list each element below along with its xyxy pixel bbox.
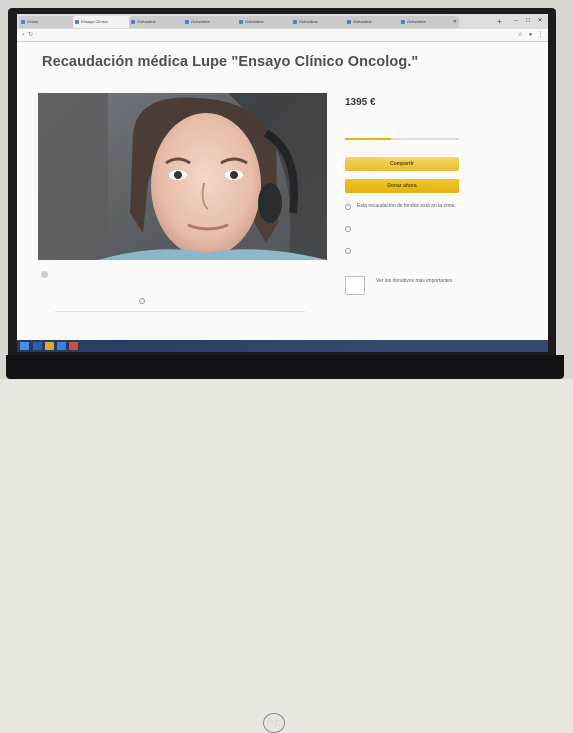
browser-tab-active[interactable]: Ensayo Clínico✕ xyxy=(73,16,135,28)
tab-favicon-icon xyxy=(131,20,135,24)
browser-tab[interactable]: Gofundme✕ xyxy=(345,16,405,28)
progress-bar xyxy=(345,138,459,140)
location-icon xyxy=(345,204,351,210)
minimize-button[interactable]: – xyxy=(511,16,521,26)
donate-button[interactable]: Donar ahora xyxy=(345,179,459,193)
hp-logo: hp xyxy=(263,713,285,733)
amount-raised: 1395 € xyxy=(345,97,376,108)
share-button[interactable]: Compartir xyxy=(345,157,459,171)
page-title: Recaudación médica Lupe "Ensayo Clínico … xyxy=(42,54,419,70)
see-all-badge[interactable] xyxy=(345,276,365,295)
taskbar xyxy=(17,340,548,352)
close-icon[interactable]: ✕ xyxy=(453,16,457,28)
maximize-button[interactable]: □ xyxy=(523,16,533,26)
browser-tab[interactable]: Gofundme✕ xyxy=(291,16,351,28)
account-icon[interactable]: ● xyxy=(527,31,534,39)
reload-icon[interactable]: ↻ xyxy=(27,31,34,39)
monitor-chin: hp xyxy=(6,355,564,733)
tab-favicon-icon xyxy=(401,20,405,24)
divider xyxy=(55,311,305,312)
tab-favicon-icon xyxy=(21,20,25,24)
browser-tab[interactable]: Gofundme✕ xyxy=(399,16,459,28)
tab-favicon-icon xyxy=(185,20,189,24)
url-field[interactable] xyxy=(35,31,475,39)
tab-favicon-icon xyxy=(347,20,351,24)
tag-icon xyxy=(139,298,145,304)
star-icon[interactable]: ☆ xyxy=(517,31,524,39)
donation-sidebar: 1395 € Compartir Donar ahora Esta recaud… xyxy=(340,93,470,303)
campaign-photo xyxy=(38,93,327,260)
close-window-button[interactable]: ✕ xyxy=(535,16,545,26)
start-icon[interactable] xyxy=(20,342,29,350)
progress-fill xyxy=(345,138,391,140)
taskbar-app-icon[interactable] xyxy=(69,342,78,350)
tab-favicon-icon xyxy=(75,20,79,24)
avatar xyxy=(41,271,48,278)
browser-tab[interactable]: Gofundme✕ xyxy=(237,16,297,28)
browser-icon[interactable] xyxy=(57,342,66,350)
folder-icon[interactable] xyxy=(45,342,54,350)
screen: Vimeo✕ Ensayo Clínico✕ Gofundme✕ Gofundm… xyxy=(17,14,548,352)
back-icon[interactable]: ‹ xyxy=(20,31,27,39)
browser-tab[interactable]: Vimeo✕ xyxy=(19,16,79,28)
browser-tab-bar: Vimeo✕ Ensayo Clínico✕ Gofundme✕ Gofundm… xyxy=(17,14,548,29)
person-icon xyxy=(345,248,351,254)
new-tab-button[interactable]: + xyxy=(495,17,504,26)
taskbar-app-icon[interactable] xyxy=(33,342,42,350)
menu-icon[interactable]: ⋮ xyxy=(537,31,544,39)
tab-favicon-icon xyxy=(239,20,243,24)
tab-favicon-icon xyxy=(293,20,297,24)
address-bar: ‹ ↻ ☆ ● ⋮ xyxy=(17,29,548,42)
browser-tab[interactable]: Gofundme✕ xyxy=(129,16,189,28)
see-top-donations-link[interactable]: Ver los donativos más importantes xyxy=(376,278,456,284)
person-icon xyxy=(345,226,351,232)
browser-tab[interactable]: Gofundme✕ xyxy=(183,16,243,28)
